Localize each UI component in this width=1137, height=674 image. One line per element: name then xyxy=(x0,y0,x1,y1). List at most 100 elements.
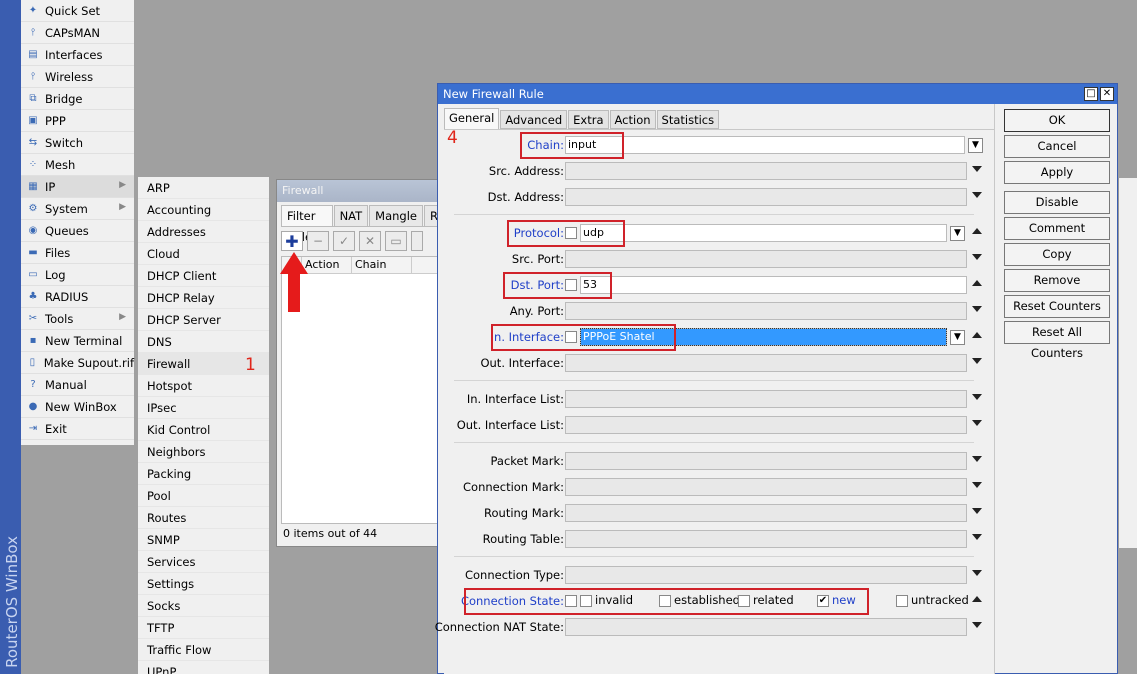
reset-all-counters-button[interactable]: Reset All Counters xyxy=(1004,321,1110,360)
submenu-item-packing[interactable]: Packing xyxy=(138,463,269,485)
out-interface-field[interactable] xyxy=(565,354,967,372)
any-port-dropdown-icon[interactable] xyxy=(972,306,982,312)
disable-rule-button[interactable]: ✕ xyxy=(359,231,381,251)
packet-mark-dropdown-icon[interactable] xyxy=(972,456,982,462)
submenu-item-kid-control[interactable]: Kid Control xyxy=(138,419,269,441)
routing-table-field[interactable] xyxy=(565,530,967,548)
packet-mark-field[interactable] xyxy=(565,452,967,470)
src-port-dropdown-icon[interactable] xyxy=(972,254,982,260)
connection-mark-field[interactable] xyxy=(565,478,967,496)
menu-item-make-supout-rif[interactable]: ▯ Make Supout.rif xyxy=(21,352,134,374)
connection-nat-state-dropdown-icon[interactable] xyxy=(972,622,982,628)
protocol-field[interactable]: udp xyxy=(580,224,947,242)
tab-advanced[interactable]: Advanced xyxy=(500,110,568,129)
submenu-item-routes[interactable]: Routes xyxy=(138,507,269,529)
connection-state-collapse-icon[interactable] xyxy=(972,596,982,602)
connection-nat-state-field[interactable] xyxy=(565,618,967,636)
tab-extra[interactable]: Extra xyxy=(568,110,609,129)
in-interface-collapse-icon[interactable] xyxy=(972,332,982,338)
out-interface-dropdown-icon[interactable] xyxy=(972,358,982,364)
untracked-checkbox[interactable] xyxy=(896,595,908,607)
submenu-item-accounting[interactable]: Accounting xyxy=(138,199,269,221)
submenu-item-tftp[interactable]: TFTP xyxy=(138,617,269,639)
any-port-field[interactable] xyxy=(565,302,967,320)
src-address-dropdown-icon[interactable] xyxy=(972,166,982,172)
enable-rule-button[interactable]: ✓ xyxy=(333,231,355,251)
submenu-item-cloud[interactable]: Cloud xyxy=(138,243,269,265)
submenu-item-snmp[interactable]: SNMP xyxy=(138,529,269,551)
submenu-item-pool[interactable]: Pool xyxy=(138,485,269,507)
submenu-item-socks[interactable]: Socks xyxy=(138,595,269,617)
close-icon[interactable]: ✕ xyxy=(1100,87,1114,101)
tab-filter-rules[interactable]: Filter Rules xyxy=(281,205,333,244)
menu-item-quick-set[interactable]: ✦ Quick Set xyxy=(21,0,134,22)
tab-mangle[interactable]: Mangle xyxy=(369,205,423,226)
out-interface-list-field[interactable] xyxy=(565,416,967,434)
dst-address-field[interactable] xyxy=(565,188,967,206)
protocol-collapse-icon[interactable] xyxy=(972,228,982,234)
menu-item-manual[interactable]: ? Manual xyxy=(21,374,134,396)
in-interface-list-dropdown-icon[interactable] xyxy=(972,394,982,400)
submenu-item-dhcp-relay[interactable]: DHCP Relay xyxy=(138,287,269,309)
menu-item-ip[interactable]: ▦ IP ▶ xyxy=(21,176,134,198)
submenu-item-upnp[interactable]: UPnP xyxy=(138,661,269,674)
menu-item-log[interactable]: ▭ Log xyxy=(21,264,134,286)
tab-general[interactable]: General xyxy=(444,108,500,129)
protocol-dropdown-icon[interactable]: ▼ xyxy=(950,226,965,241)
submenu-item-settings[interactable]: Settings xyxy=(138,573,269,595)
menu-item-queues[interactable]: ◉ Queues xyxy=(21,220,134,242)
chain-dropdown-icon[interactable]: ▼ xyxy=(968,138,983,153)
menu-item-tools[interactable]: ✂ Tools ▶ xyxy=(21,308,134,330)
menu-item-interfaces[interactable]: ▤ Interfaces xyxy=(21,44,134,66)
submenu-item-addresses[interactable]: Addresses xyxy=(138,221,269,243)
submenu-item-neighbors[interactable]: Neighbors xyxy=(138,441,269,463)
menu-item-wireless[interactable]: ⫯ Wireless xyxy=(21,66,134,88)
menu-item-mesh[interactable]: ⁘ Mesh xyxy=(21,154,134,176)
comment-rule-button[interactable]: ▭ xyxy=(385,231,407,251)
column-action[interactable]: Action xyxy=(302,257,352,273)
submenu-item-hotspot[interactable]: Hotspot xyxy=(138,375,269,397)
connection-type-dropdown-icon[interactable] xyxy=(972,570,982,576)
submenu-item-arp[interactable]: ARP xyxy=(138,177,269,199)
src-address-field[interactable] xyxy=(565,162,967,180)
menu-item-switch[interactable]: ⇆ Switch xyxy=(21,132,134,154)
reset-counters-button[interactable]: Reset Counters xyxy=(1004,295,1110,318)
menu-item-system[interactable]: ⚙ System ▶ xyxy=(21,198,134,220)
in-interface-dropdown-icon[interactable]: ▼ xyxy=(950,330,965,345)
menu-item-exit[interactable]: ⇥ Exit xyxy=(21,418,134,440)
menu-item-files[interactable]: ▬ Files xyxy=(21,242,134,264)
submenu-item-dns[interactable]: DNS xyxy=(138,331,269,353)
routing-mark-field[interactable] xyxy=(565,504,967,522)
connection-type-field[interactable] xyxy=(565,566,967,584)
cancel-button[interactable]: Cancel xyxy=(1004,135,1110,158)
src-port-field[interactable] xyxy=(565,250,967,268)
tab-nat[interactable]: NAT xyxy=(333,205,369,226)
apply-button[interactable]: Apply xyxy=(1004,161,1110,184)
submenu-item-traffic-flow[interactable]: Traffic Flow xyxy=(138,639,269,661)
connection-mark-dropdown-icon[interactable] xyxy=(972,482,982,488)
dst-address-dropdown-icon[interactable] xyxy=(972,192,982,198)
in-interface-list-field[interactable] xyxy=(565,390,967,408)
dst-port-field[interactable]: 53 xyxy=(580,276,967,294)
remove-rule-button[interactable]: − xyxy=(307,231,329,251)
filter-button[interactable] xyxy=(411,231,423,251)
submenu-item-services[interactable]: Services xyxy=(138,551,269,573)
chain-field[interactable]: input xyxy=(565,136,965,154)
dst-port-collapse-icon[interactable] xyxy=(972,280,982,286)
add-rule-button[interactable]: ✚ xyxy=(281,231,303,251)
menu-item-radius[interactable]: ♣ RADIUS xyxy=(21,286,134,308)
ok-button[interactable]: OK xyxy=(1004,109,1110,132)
menu-item-bridge[interactable]: ⧉ Bridge xyxy=(21,88,134,110)
submenu-item-dhcp-server[interactable]: DHCP Server xyxy=(138,309,269,331)
menu-item-new-terminal[interactable]: ▪ New Terminal xyxy=(21,330,134,352)
copy-button[interactable]: Copy xyxy=(1004,243,1110,266)
menu-item-capsman[interactable]: ⫯ CAPsMAN xyxy=(21,22,134,44)
submenu-item-ipsec[interactable]: IPsec xyxy=(138,397,269,419)
tab-statistics[interactable]: Statistics xyxy=(656,110,720,129)
column-chain[interactable]: Chain xyxy=(352,257,412,273)
menu-item-new-winbox[interactable]: ● New WinBox xyxy=(21,396,134,418)
tab-action[interactable]: Action xyxy=(609,110,656,129)
menu-item-ppp[interactable]: ▣ PPP xyxy=(21,110,134,132)
routing-mark-dropdown-icon[interactable] xyxy=(972,508,982,514)
remove-button[interactable]: Remove xyxy=(1004,269,1110,292)
